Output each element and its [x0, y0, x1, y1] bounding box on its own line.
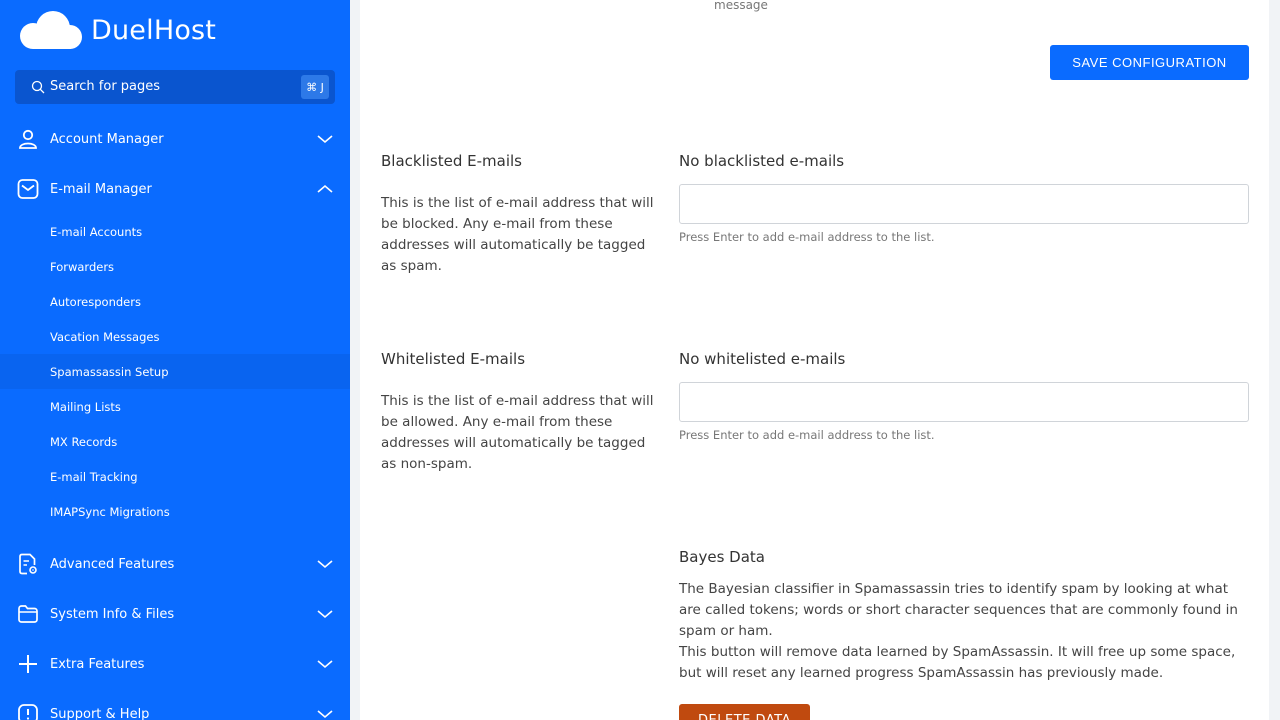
search-icon — [31, 80, 45, 94]
folder-icon — [18, 605, 38, 623]
alert-icon — [18, 704, 38, 720]
sub-label: E-mail Accounts — [50, 225, 143, 239]
plus-icon — [19, 655, 37, 673]
document-settings-icon — [19, 553, 37, 575]
sub-label: Forwarders — [50, 260, 115, 274]
sidebar-item-email-accounts[interactable]: E-mail Accounts — [0, 217, 350, 247]
nav-label: E-mail Manager — [50, 181, 152, 197]
blacklist-help-text: Press Enter to add e-mail address to the… — [679, 230, 935, 244]
chevron-down-icon — [317, 135, 333, 144]
nav-extra-features[interactable]: Extra Features — [0, 646, 350, 682]
sidebar-item-mx-records[interactable]: MX Records — [0, 427, 350, 457]
bayes-warning: This button will remove data learned by … — [679, 644, 1236, 681]
blacklist-email-input[interactable] — [679, 184, 1249, 224]
sidebar-item-imapsync-migrations[interactable]: IMAPSync Migrations — [0, 497, 350, 527]
sidebar: DuelHost Search for pages ⌘ J Account Ma… — [0, 0, 350, 720]
sidebar-item-forwarders[interactable]: Forwarders — [0, 252, 350, 282]
nav-label: Support & Help — [50, 706, 150, 720]
brand-name: DuelHost — [91, 14, 217, 46]
blacklist-field-title: No blacklisted e-mails — [679, 152, 845, 170]
whitelist-field-title: No whitelisted e-mails — [679, 350, 846, 368]
search-input[interactable]: Search for pages — [50, 79, 160, 94]
sub-label: E-mail Tracking — [50, 470, 138, 484]
nav-label: System Info & Files — [50, 606, 175, 622]
brand-logo[interactable]: DuelHost — [15, 8, 216, 52]
nav-advanced-features[interactable]: Advanced Features — [0, 546, 350, 582]
bayes-title: Bayes Data — [679, 548, 765, 566]
main-panel: message SAVE CONFIGURATION Blacklisted E… — [360, 0, 1269, 720]
nav-label: Extra Features — [50, 656, 145, 672]
nav-label: Account Manager — [50, 131, 164, 147]
save-configuration-button[interactable]: SAVE CONFIGURATION — [1050, 45, 1249, 80]
section-title-blacklist: Blacklisted E-mails — [381, 152, 522, 170]
sidebar-item-vacation-messages[interactable]: Vacation Messages — [0, 322, 350, 352]
whitelist-email-input[interactable] — [679, 382, 1249, 422]
chevron-down-icon — [317, 660, 333, 669]
bayes-description: The Bayesian classifier in Spamassassin … — [679, 581, 1238, 639]
nav-account-manager[interactable]: Account Manager — [0, 121, 350, 157]
chevron-down-icon — [317, 610, 333, 619]
sub-label: Spamassassin Setup — [50, 364, 169, 379]
sub-label: Mailing Lists — [50, 400, 121, 414]
nav-support-help[interactable]: Support & Help — [0, 696, 350, 720]
sidebar-item-spamassassin-setup[interactable]: Spamassassin Setup — [0, 354, 350, 389]
search-bar[interactable]: Search for pages ⌘ J — [15, 70, 335, 104]
shortcut-badge: ⌘ J — [301, 75, 329, 99]
user-icon — [19, 129, 37, 149]
whitelist-help-text: Press Enter to add e-mail address to the… — [679, 428, 935, 442]
sidebar-item-mailing-lists[interactable]: Mailing Lists — [0, 392, 350, 422]
section-description-whitelist: This is the list of e-mail address that … — [381, 393, 654, 472]
nav-label: Advanced Features — [50, 556, 175, 572]
chevron-up-icon — [317, 184, 333, 193]
mail-icon — [17, 179, 39, 199]
sidebar-item-email-tracking[interactable]: E-mail Tracking — [0, 462, 350, 492]
delete-data-button[interactable]: DELETE DATA — [679, 704, 810, 720]
sub-label: Autoresponders — [50, 295, 141, 309]
section-title-whitelist: Whitelisted E-mails — [381, 350, 526, 368]
chevron-down-icon — [317, 710, 333, 719]
sub-label: IMAPSync Migrations — [50, 505, 170, 519]
sidebar-item-autoresponders[interactable]: Autoresponders — [0, 287, 350, 317]
help-text: message — [714, 0, 768, 12]
nav-email-manager[interactable]: E-mail Manager — [0, 171, 350, 207]
sub-label: MX Records — [50, 435, 118, 449]
sub-label: Vacation Messages — [50, 330, 160, 344]
chevron-down-icon — [317, 560, 333, 569]
cloud-logo-icon — [20, 11, 82, 49]
section-description-blacklist: This is the list of e-mail address that … — [381, 195, 654, 274]
nav-system-info-files[interactable]: System Info & Files — [0, 596, 350, 632]
